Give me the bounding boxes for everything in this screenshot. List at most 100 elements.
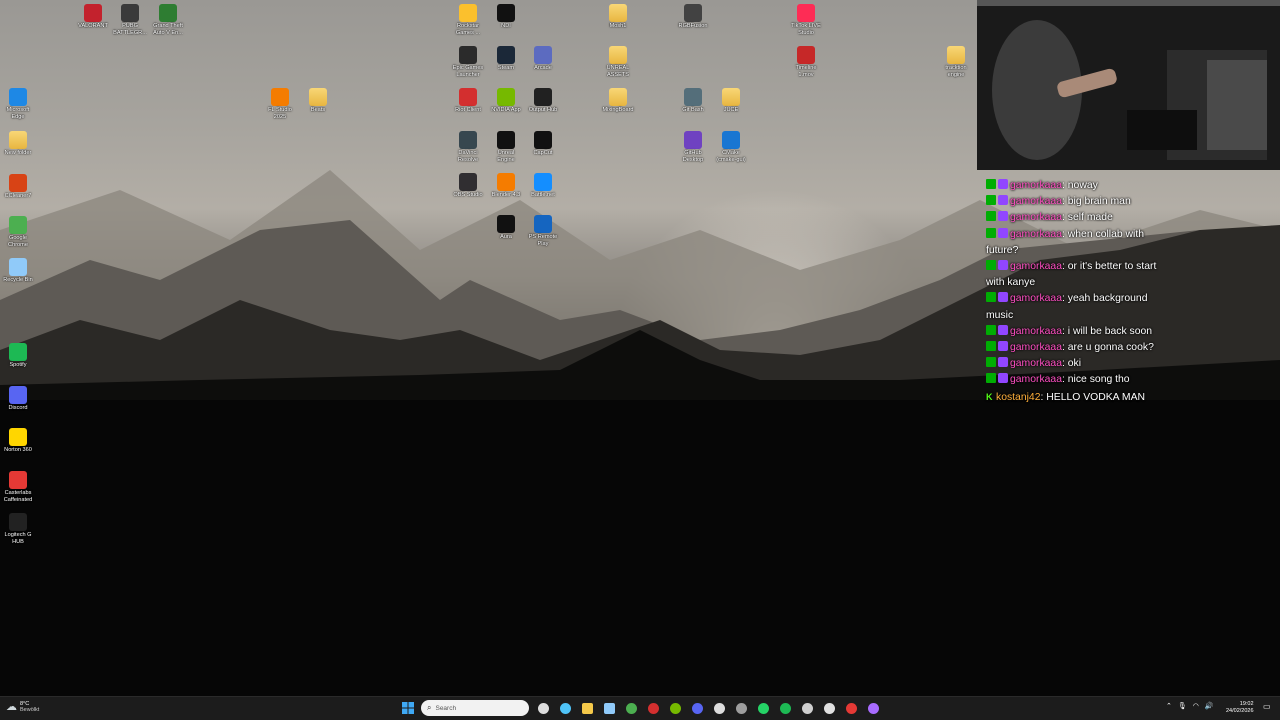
task-view-icon[interactable] bbox=[536, 701, 550, 715]
github-icon[interactable] bbox=[822, 701, 836, 715]
desktop-shortcut[interactable]: CMake (cmake-gui) bbox=[709, 131, 753, 164]
desktop-shortcut[interactable]: Discord bbox=[0, 386, 40, 412]
twitch-badge-icon bbox=[998, 373, 1008, 384]
desktop-shortcut[interactable]: Beats bbox=[296, 88, 340, 114]
store-icon[interactable] bbox=[602, 701, 616, 715]
desktop-shortcut[interactable]: New folder bbox=[0, 131, 40, 157]
search-icon: ⌕ bbox=[427, 703, 432, 712]
chat-username: gamorkaaa bbox=[1010, 180, 1062, 191]
desktop-shortcut[interactable]: CCleaner7 bbox=[0, 174, 40, 200]
clock[interactable]: 19:02 24/02/2026 bbox=[1226, 701, 1254, 714]
chat-username: gamorkaaa bbox=[1010, 228, 1062, 240]
riot-icon bbox=[459, 88, 477, 106]
cursor-icon[interactable] bbox=[712, 701, 726, 715]
cmake-icon bbox=[722, 131, 740, 149]
desktop-shortcut[interactable]: Casterlabs Caffeinated bbox=[0, 471, 40, 504]
desktop-shortcut[interactable]: Output Hub bbox=[521, 88, 565, 114]
desktop-shortcut-label: RGBFusion bbox=[678, 23, 708, 29]
desktop-shortcut[interactable]: RGBFusion bbox=[671, 4, 715, 30]
edge-icon bbox=[9, 88, 27, 106]
chat-message: gamorkaaa: noway bbox=[986, 178, 1166, 194]
fl-studio-icon bbox=[271, 88, 289, 106]
chrome-icon[interactable] bbox=[624, 701, 638, 715]
twitch-badge-icon bbox=[998, 292, 1008, 303]
file-explorer-icon[interactable] bbox=[580, 701, 594, 715]
chevron-up-icon[interactable]: ⌃ bbox=[1166, 702, 1172, 710]
casterlabs-icon bbox=[9, 471, 27, 489]
desktop-shortcut[interactable]: Grand Theft Auto V En... bbox=[146, 4, 190, 37]
chat-message: gamorkaaa: oki bbox=[986, 356, 1166, 372]
chat-message: Kkostanj42: HELLO VODKA MAN bbox=[986, 389, 1166, 406]
desktop-shortcut[interactable]: Battle.net bbox=[521, 173, 565, 199]
twitch-badge-icon bbox=[998, 324, 1008, 335]
desktop-shortcut[interactable]: Spotify bbox=[0, 343, 40, 369]
rockstar-icon bbox=[459, 4, 477, 22]
notification-icon[interactable]: ▭ bbox=[1263, 702, 1271, 711]
desktop-shortcut[interactable]: MixingBoard bbox=[596, 88, 640, 114]
discord-icon[interactable] bbox=[690, 701, 704, 715]
desktop-shortcut[interactable]: TikTok LIVE Studio bbox=[784, 4, 828, 37]
davinci-icon bbox=[459, 131, 477, 149]
desktop-shortcut[interactable]: NDI bbox=[484, 4, 528, 30]
webcam-overlay bbox=[977, 0, 1280, 170]
chat-text: are u gonna cook? bbox=[1067, 342, 1154, 354]
desktop-shortcut-label: Timeline 1.mov bbox=[795, 65, 817, 78]
desktop-shortcut[interactable]: PS Remote Play bbox=[521, 215, 565, 248]
desktop-shortcut[interactable]: tracktion engine bbox=[934, 46, 978, 79]
nvidia-icon[interactable] bbox=[668, 701, 682, 715]
green-badge-icon bbox=[986, 341, 996, 352]
green-badge-icon bbox=[986, 179, 996, 189]
chat-text: self made bbox=[1067, 212, 1113, 224]
weather-widget[interactable]: ☁ 8°C Bewölkt bbox=[6, 700, 39, 714]
chat-message: gamorkaaa: big brain man bbox=[986, 194, 1166, 210]
whatsapp-icon[interactable] bbox=[756, 701, 770, 715]
chat-message: gamorkaaa: i will be back soon bbox=[986, 324, 1166, 340]
desktop-shortcut[interactable]: Google Chrome bbox=[0, 216, 40, 249]
clock-date: 24/02/2026 bbox=[1226, 707, 1254, 714]
desktop-shortcut[interactable]: JUCE bbox=[709, 88, 753, 114]
wifi-icon[interactable]: ◠ bbox=[1193, 702, 1199, 710]
chat-message: gamorkaaa: yeah background music bbox=[986, 291, 1166, 323]
unreal-icon bbox=[497, 131, 515, 149]
green-badge-icon bbox=[986, 292, 996, 303]
folder-icon bbox=[609, 88, 627, 106]
chat-text: big brain man bbox=[1067, 196, 1131, 208]
desktop-shortcut[interactable]: Timeline 1.mov bbox=[784, 46, 828, 79]
twitch-badge-icon bbox=[998, 195, 1008, 206]
desktop-shortcut[interactable]: Mosh1 bbox=[596, 4, 640, 30]
system-tray: ⌃ 🎙 ◠ 🔊 bbox=[1166, 702, 1214, 710]
aura-icon bbox=[497, 215, 515, 233]
output-hub-icon bbox=[534, 88, 552, 106]
desktop-shortcut[interactable]: Arcade bbox=[521, 46, 565, 72]
visual-studio-icon[interactable] bbox=[866, 701, 880, 715]
desktop-shortcut[interactable]: Recycle Bin bbox=[0, 258, 40, 284]
red-app-icon[interactable] bbox=[646, 701, 660, 715]
volume-icon[interactable]: 🔊 bbox=[1205, 702, 1214, 710]
obs-icon[interactable] bbox=[800, 701, 814, 715]
desktop-shortcut[interactable]: Norton 360 bbox=[0, 428, 40, 454]
green-badge-icon bbox=[986, 357, 996, 368]
spotify-icon[interactable] bbox=[778, 701, 792, 715]
chat-message: gamorkaaa: nice song tho bbox=[986, 372, 1166, 388]
desktop-shortcut-label: Spotify bbox=[9, 362, 27, 368]
network-icon[interactable] bbox=[734, 701, 748, 715]
chat-username: gamorkaaa bbox=[1010, 374, 1062, 386]
desktop-shortcut[interactable]: CapCut bbox=[521, 131, 565, 157]
search-input[interactable]: ⌕ Search bbox=[421, 700, 529, 716]
valorant-icon bbox=[84, 4, 102, 22]
taskbar: ☁ 8°C Bewölkt ⌕ Search ⌃ 🎙 ◠ 🔊 19:02 24/… bbox=[0, 696, 1280, 720]
steam-icon bbox=[497, 46, 515, 64]
casterlabs-icon[interactable] bbox=[844, 701, 858, 715]
green-badge-icon bbox=[986, 373, 996, 384]
copilot-icon[interactable] bbox=[558, 701, 572, 715]
desktop-shortcut[interactable]: UNREAL ASSETS bbox=[596, 46, 640, 79]
folder-icon bbox=[609, 4, 627, 22]
ccleaner-icon bbox=[9, 174, 27, 192]
norton-icon bbox=[9, 428, 27, 446]
start-icon[interactable] bbox=[401, 701, 415, 715]
desktop-shortcut-label: Google Chrome bbox=[8, 235, 28, 248]
microphone-icon[interactable]: 🎙 bbox=[1178, 702, 1187, 710]
desktop-shortcut[interactable]: Microsoft Edge bbox=[0, 88, 40, 121]
chat-message: gamorkaaa: or it's better to start with … bbox=[986, 259, 1166, 291]
desktop-shortcut[interactable]: Logitech G HUB bbox=[0, 513, 40, 546]
